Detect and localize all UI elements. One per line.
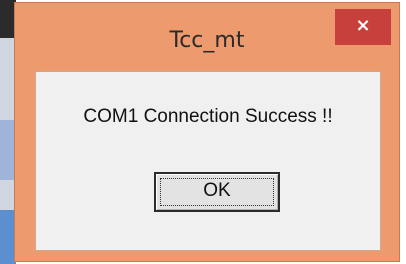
dialog-body: COM1 Connection Success !! OK [35,71,381,251]
close-button[interactable]: × [335,9,391,45]
close-icon: × [355,15,371,36]
ok-button-label: OK [203,180,231,201]
dialog-message: COM1 Connection Success !! [83,106,333,127]
ok-button[interactable]: OK [154,172,280,212]
message-dialog: Tcc_mt × COM1 Connection Success !! OK [14,2,400,262]
